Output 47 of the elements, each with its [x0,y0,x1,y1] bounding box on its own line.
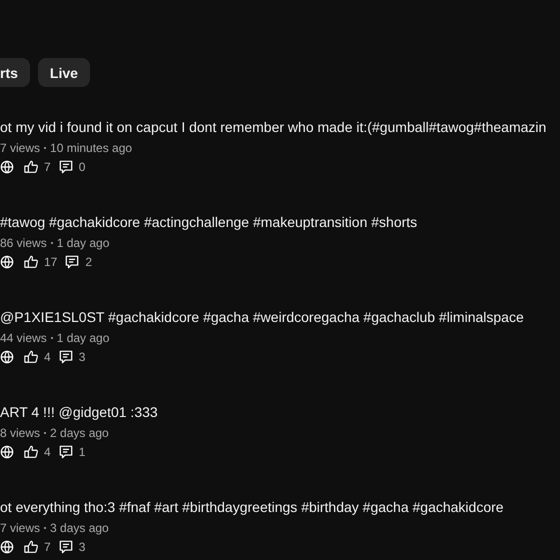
separator-dot [50,242,53,244]
comment-count: 3 [78,540,86,554]
upload-time: 10 minutes ago [50,140,132,157]
separator-dot [44,147,46,149]
upload-time: 3 days ago [50,520,109,537]
thumbs-up-icon[interactable] [24,350,38,364]
separator-dot [44,432,46,434]
filter-chip[interactable]: rts [0,58,30,87]
globe-icon [0,350,14,364]
upload-time: 1 day ago [56,235,110,252]
globe-icon [0,540,14,554]
thumbs-up-icon[interactable] [24,540,38,554]
video-title[interactable]: ot everything tho:3 #fnaf #art #birthdaygreetings #birthday #gacha #gachakidcore [0,497,504,517]
thumbs-up-icon[interactable] [24,255,38,269]
thumbs-up-icon[interactable] [24,445,38,459]
filter-chip[interactable]: Live [38,58,90,87]
comment-icon[interactable] [58,350,73,364]
video-title[interactable]: ART 4 !!! @gidget01 :333 [0,402,158,422]
video-title[interactable]: #tawog #gachakidcore #actingchallenge #makeuptransition #shorts [0,212,418,232]
thumbs-up-icon[interactable] [24,160,38,174]
comment-count: 2 [85,255,92,269]
globe-icon [0,255,14,269]
separator-dot [50,337,53,339]
view-count: 86 views [0,235,47,252]
upload-time: 2 days ago [50,425,109,442]
like-count: 7 [44,540,51,554]
like-count: 7 [44,160,51,174]
comment-icon[interactable] [58,540,73,554]
view-count: 44 views [0,330,47,347]
like-count: 4 [44,445,51,459]
view-count: 8 views [0,425,40,442]
comment-icon[interactable] [65,255,80,269]
video-title[interactable]: @P1XIE1SL0ST #gachakidcore #gacha #weirdcoregacha #gachaclub #liminalspace [0,307,524,327]
comment-icon[interactable] [58,160,73,174]
view-count: 7 views [0,140,40,157]
video-title[interactable]: ot my vid i found it on capcut I dont remember who made it:(#gumball#tawog#theamazin [0,117,546,137]
view-count: 7 views [0,520,40,537]
comment-icon[interactable] [58,445,73,459]
globe-icon [0,445,14,459]
like-count: 4 [44,350,51,364]
upload-time: 1 day ago [56,330,110,347]
globe-icon [0,160,14,174]
like-count: 17 [44,255,58,269]
comment-count: 1 [78,445,86,459]
comment-count: 0 [78,160,86,174]
comment-count: 3 [78,350,86,364]
separator-dot [44,527,46,529]
